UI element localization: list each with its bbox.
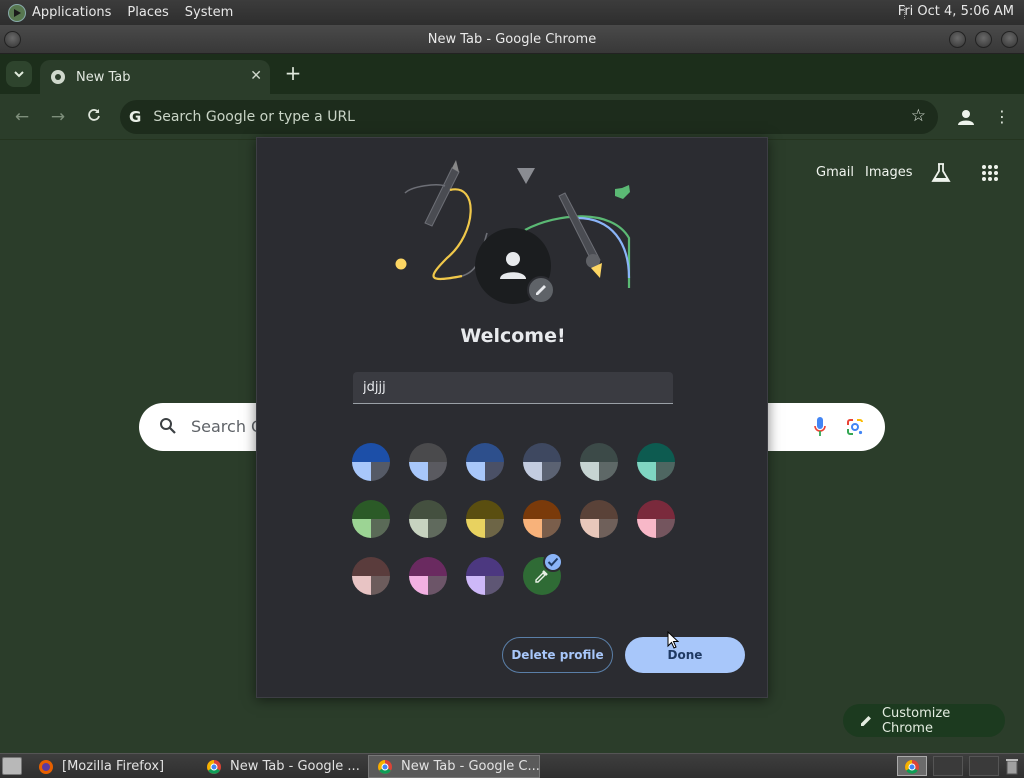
color-swatch[interactable] (523, 443, 561, 481)
profile-icon[interactable] (955, 106, 977, 128)
chrome-icon (378, 759, 392, 774)
pencil-icon (860, 715, 871, 726)
minimize-button[interactable] (949, 31, 966, 48)
labs-flask-icon[interactable] (931, 162, 951, 184)
maximize-button[interactable] (975, 31, 992, 48)
taskbar-item-label: New Tab - Google ... (230, 759, 360, 774)
chevron-down-icon (14, 71, 24, 78)
top-panel: Applications Places System Fri Oct 4, 5:… (0, 0, 1024, 25)
taskbar-item-chrome-1[interactable]: New Tab - Google ... (198, 755, 364, 778)
taskbar-item-label: New Tab - Google C... (401, 759, 540, 774)
chrome-icon (207, 759, 221, 774)
trash-icon[interactable] (1005, 757, 1019, 775)
color-swatch[interactable] (466, 557, 504, 595)
taskbar-item-chrome-2[interactable]: New Tab - Google C... (368, 755, 540, 778)
tab-search-button[interactable] (6, 61, 32, 87)
google-lens-icon[interactable] (845, 417, 865, 437)
tab-title: New Tab (76, 69, 131, 85)
bookmark-star-icon[interactable]: ☆ (911, 106, 926, 126)
customize-chrome-label: Customize Chrome (881, 705, 951, 736)
back-button[interactable]: ← (11, 106, 33, 128)
delete-profile-button[interactable]: Delete profile (502, 637, 613, 673)
show-desktop-icon[interactable] (2, 757, 22, 775)
firefox-icon (39, 759, 53, 774)
search-icon (160, 418, 176, 434)
color-swatch[interactable] (409, 443, 447, 481)
mouse-cursor-icon (667, 631, 679, 649)
close-tab-icon[interactable]: ✕ (250, 68, 262, 84)
toolbar: ← → G Search Google or type a URL ☆ ⋮ (0, 94, 1024, 140)
color-swatch[interactable] (409, 500, 447, 538)
color-swatch[interactable] (352, 443, 390, 481)
welcome-illustration (395, 160, 631, 304)
color-swatch[interactable] (409, 557, 447, 595)
google-g-icon: G (129, 108, 142, 126)
forward-button[interactable]: → (47, 106, 69, 128)
done-button[interactable]: Done (625, 637, 745, 673)
taskbar: [Mozilla Firefox] New Tab - Google ... N… (0, 753, 1024, 778)
color-swatch[interactable] (352, 500, 390, 538)
system-menu[interactable]: System (185, 5, 233, 20)
selected-check-icon (543, 552, 563, 572)
applications-menu[interactable]: Applications (32, 5, 111, 20)
taskbar-item-label: [Mozilla Firefox] (62, 759, 165, 774)
window-menu-button[interactable] (4, 31, 21, 48)
tab-strip: New Tab ✕ + (0, 54, 1024, 94)
workspace-1[interactable] (897, 756, 927, 776)
color-swatch[interactable] (637, 500, 675, 538)
places-menu[interactable]: Places (127, 5, 168, 20)
customize-chrome-button[interactable]: Customize Chrome (843, 704, 1005, 737)
omnibox[interactable]: G Search Google or type a URL ☆ (120, 100, 938, 134)
reload-button[interactable] (83, 106, 105, 128)
color-swatch[interactable] (466, 500, 504, 538)
clock[interactable]: Fri Oct 4, 5:06 AM (898, 4, 1014, 19)
color-swatch[interactable] (580, 443, 618, 481)
close-window-button[interactable] (1001, 31, 1018, 48)
profile-name-field[interactable] (353, 372, 673, 404)
search-placeholder: Search G (191, 417, 264, 436)
color-swatch[interactable] (523, 500, 561, 538)
omnibox-placeholder: Search Google or type a URL (153, 109, 355, 125)
taskbar-item-firefox[interactable]: [Mozilla Firefox] (30, 755, 196, 778)
workspace-2[interactable] (933, 756, 963, 776)
color-swatch[interactable] (580, 500, 618, 538)
profile-customization-dialog: Welcome! Delete profile Done (256, 137, 768, 698)
new-tab-button[interactable]: + (283, 63, 303, 85)
reload-icon (88, 109, 100, 121)
voice-search-icon[interactable] (813, 416, 827, 438)
window-title-bar[interactable]: New Tab - Google Chrome (0, 25, 1024, 54)
gmail-link[interactable]: Gmail (816, 165, 854, 180)
applications-logo-icon[interactable] (8, 3, 26, 22)
color-swatch[interactable] (466, 443, 504, 481)
workspace-3[interactable] (969, 756, 999, 776)
color-swatch[interactable] (352, 557, 390, 595)
chrome-menu-icon[interactable]: ⋮ (993, 105, 1011, 129)
google-apps-icon[interactable] (981, 164, 999, 182)
avatar-edit-button[interactable] (527, 276, 555, 304)
tab-new-tab[interactable]: New Tab ✕ (40, 60, 270, 94)
chrome-icon (51, 70, 65, 84)
images-link[interactable]: Images (865, 165, 913, 180)
chrome-icon (905, 760, 919, 774)
window-title: New Tab - Google Chrome (427, 32, 597, 47)
dialog-title: Welcome! (460, 325, 566, 347)
color-swatch[interactable] (637, 443, 675, 481)
